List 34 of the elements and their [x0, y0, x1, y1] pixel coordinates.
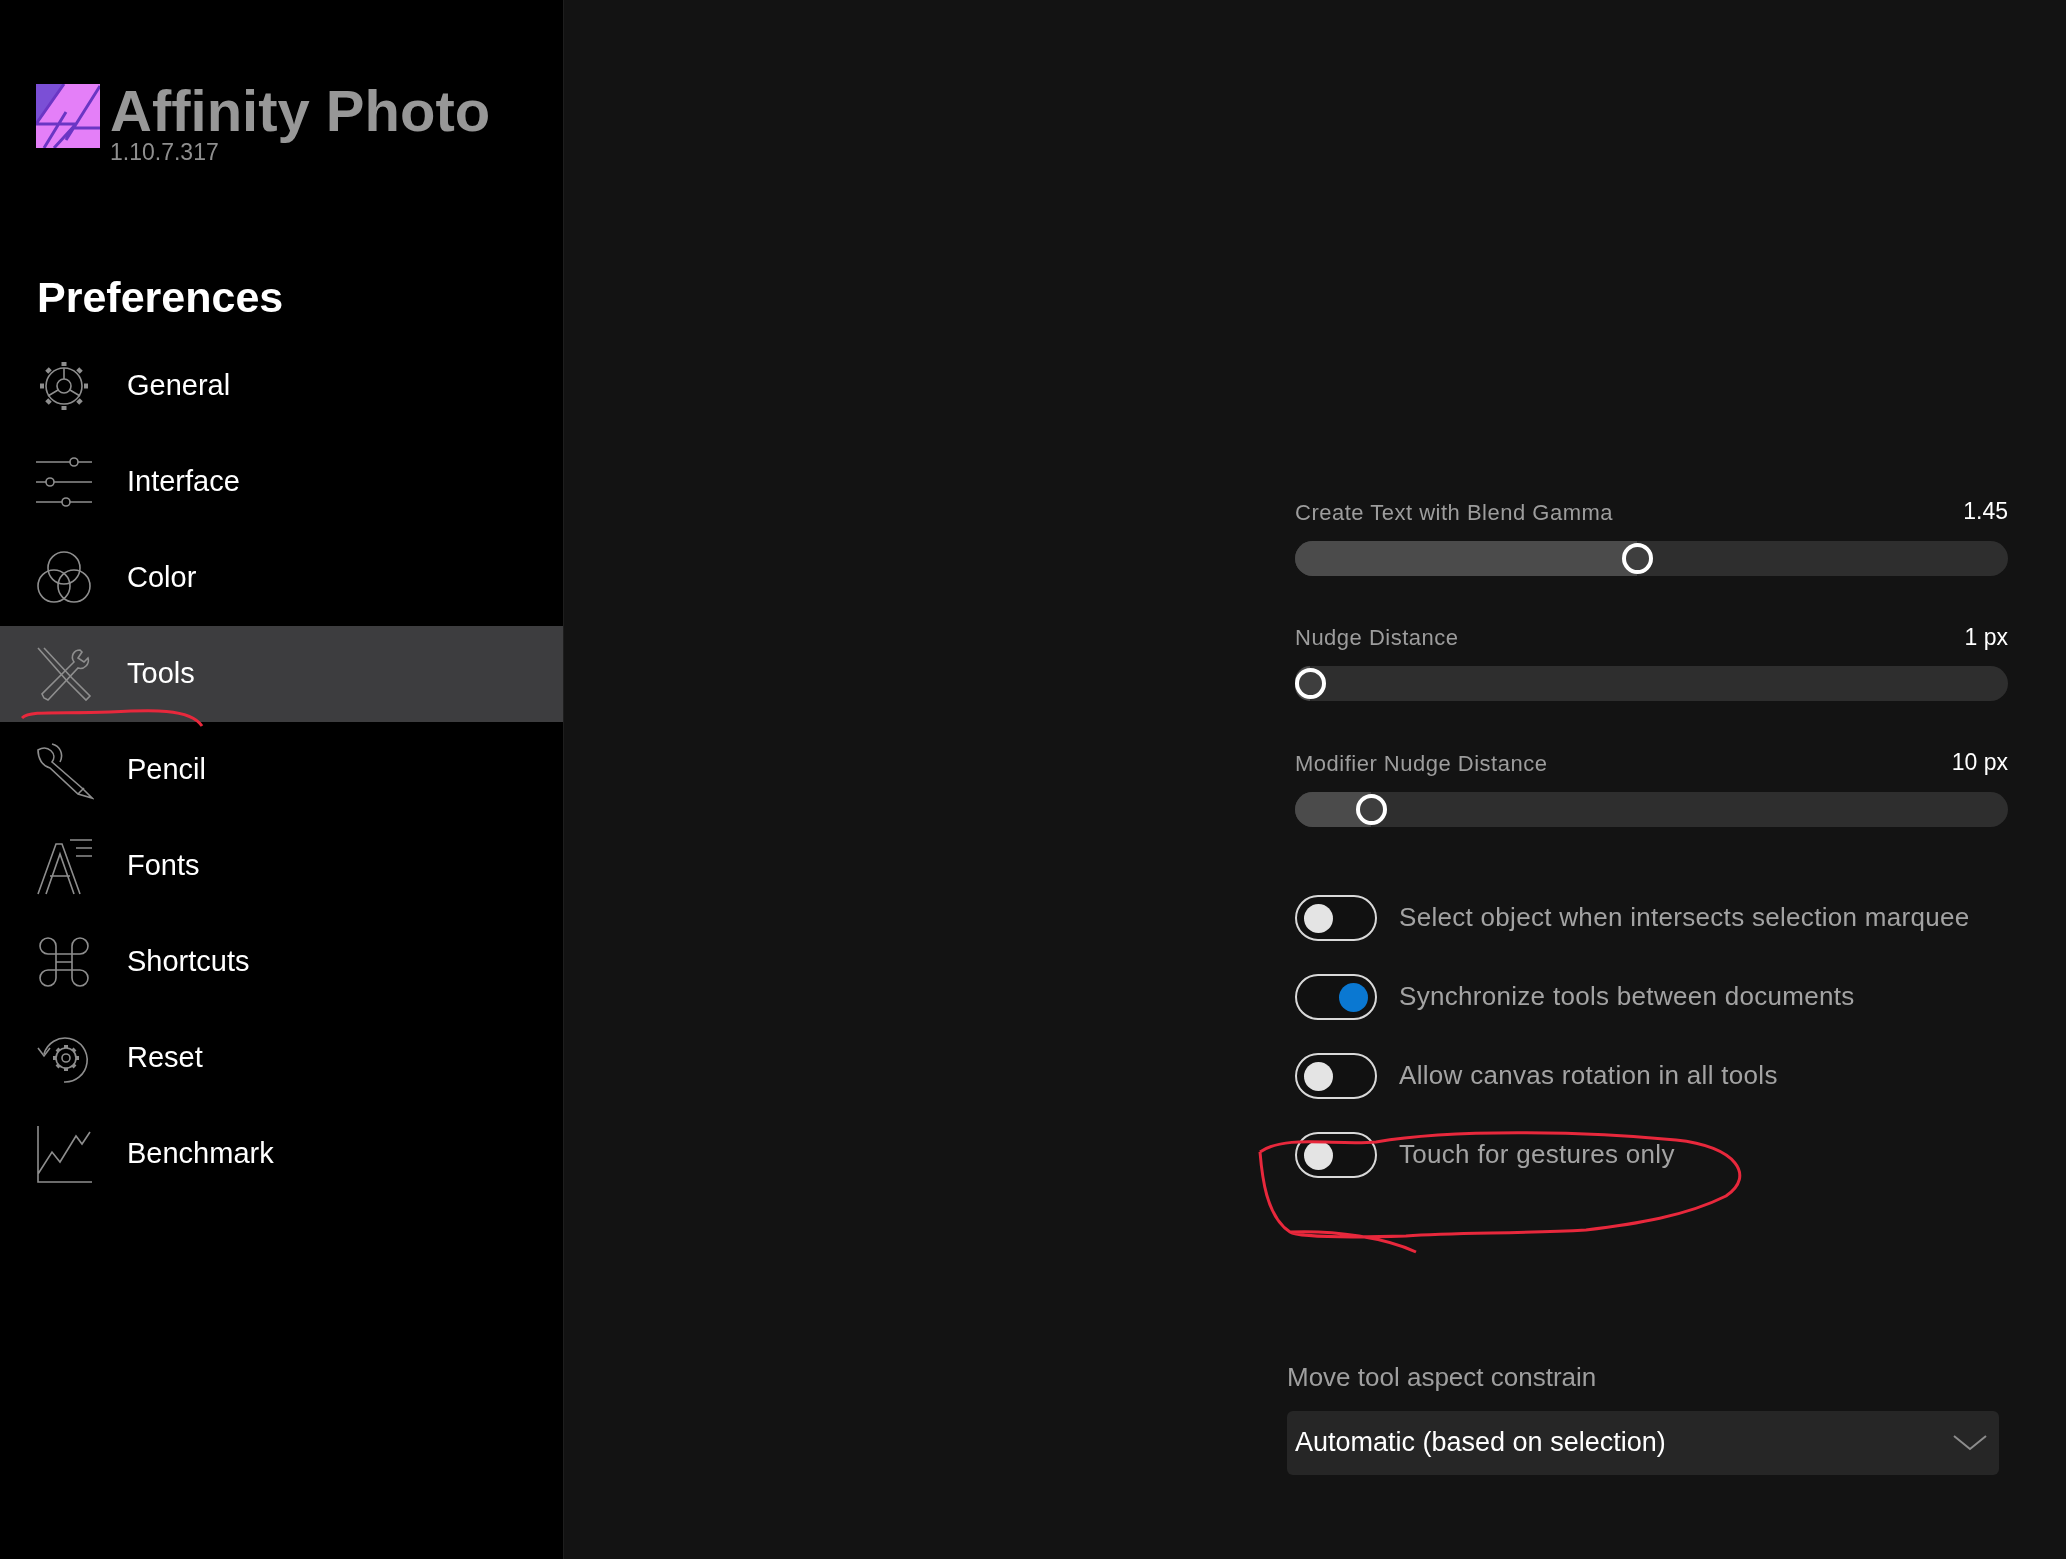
aspect-constrain-dropdown[interactable]: Automatic (based on selection): [1287, 1410, 1999, 1475]
slider-label: Modifier Nudge Distance: [1295, 749, 1548, 778]
slider-value: 1 px: [1964, 622, 2008, 652]
toggle-switch[interactable]: [1295, 973, 1377, 1020]
preferences-heading: Preferences: [36, 272, 285, 324]
toggle-switch[interactable]: [1295, 1052, 1377, 1099]
slider-value: 1.45: [1963, 497, 2008, 526]
line-chart-icon: [34, 1123, 94, 1184]
toggle-label: Select object when intersects selection marquee: [1399, 901, 1970, 934]
sidebar-item[interactable]: Reset: [0, 1009, 563, 1106]
chevron-down-icon: [1953, 1433, 1987, 1452]
sidebar-item[interactable]: Benchmark: [0, 1105, 563, 1202]
slider-value: 10 px: [1951, 748, 2008, 777]
app-logo-icon: [36, 84, 100, 148]
slider-label: Nudge Distance: [1295, 624, 1459, 652]
app-version: 1.10.7.317: [110, 140, 219, 166]
sidebar-item[interactable]: Pencil: [0, 721, 563, 818]
sidebar-item[interactable]: Shortcuts: [0, 913, 563, 1010]
sidebar-item[interactable]: Color: [0, 529, 563, 626]
dropdown-label: Move tool aspect constrain: [1287, 1360, 1598, 1394]
toggle-switch[interactable]: [1295, 894, 1377, 941]
sidebar-item[interactable]: General: [0, 337, 563, 434]
toggle-label: Synchronize tools between documents: [1399, 980, 1855, 1013]
toggle-label: Touch for gestures only: [1399, 1138, 1675, 1171]
toggle-switch[interactable]: [1295, 1131, 1377, 1178]
slider-thumb[interactable]: [1295, 668, 1326, 699]
slider-track[interactable]: [1295, 540, 2008, 576]
slider-track[interactable]: [1295, 666, 2008, 701]
sidebar-item[interactable]: Tools: [0, 625, 563, 722]
sidebar-item[interactable]: Fonts: [0, 817, 563, 914]
slider-label: Create Text with Blend Gamma: [1295, 498, 1614, 527]
slider-track[interactable]: [1295, 791, 2008, 827]
sidebar-item[interactable]: Interface: [0, 433, 563, 530]
toggle-label: Allow canvas rotation in all tools: [1399, 1059, 1778, 1092]
